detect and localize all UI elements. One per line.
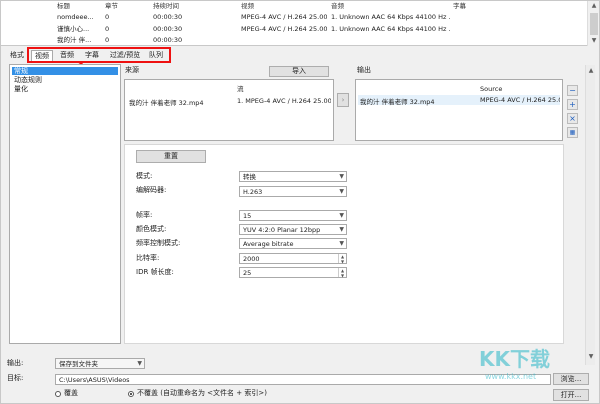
mode-select[interactable]: 转换 ▼ (239, 171, 347, 182)
table-row[interactable]: nomdeee... 0 00:00:30 MPEG-4 AVC / H.264… (1, 13, 589, 22)
row-duration: 00:00:30 (153, 25, 183, 33)
row-duration: 00:00:30 (153, 13, 183, 21)
table-row[interactable]: 谨慎小心... 0 00:00:30 MPEG-4 AVC / H.264 25… (1, 25, 589, 34)
output-mode-select[interactable]: 保存到文件夹 ▼ (55, 358, 145, 369)
source-stream-value[interactable]: 1. MPEG-4 AVC / H.264 25.00 f (237, 97, 331, 105)
table-row[interactable]: 我的汁 伴... 0 00:00:30 (1, 36, 589, 45)
overwrite-radio[interactable] (55, 391, 61, 397)
encoder-value: H.263 (243, 188, 263, 196)
no-overwrite-label: 不覆盖 (自动重命名为 <文件名 + 索引>) (137, 389, 267, 397)
remove-icon[interactable]: − (567, 85, 578, 96)
open-button[interactable]: 打开... (553, 389, 589, 401)
color-mode-label: 颜色模式: (136, 225, 167, 233)
row-audio: 1. Unknown AAC 64 Kbps 44100 Hz ... (331, 25, 451, 33)
column-header-subtitle[interactable]: 字幕 (453, 2, 513, 11)
output-source-header: Source (480, 85, 503, 93)
row-title: nomdeee... (57, 13, 94, 21)
row-chapter: 0 (105, 36, 110, 44)
rate-control-select[interactable]: Average bitrate ▼ (239, 238, 347, 249)
scroll-down-icon[interactable]: ▼ (590, 37, 598, 45)
watermark-url: www.kkx.net (485, 372, 537, 381)
file-list-scrollbar[interactable]: ▲ ▼ (587, 1, 599, 46)
column-header-title[interactable]: 标题 (57, 2, 97, 11)
bitrate-value: 2000 (243, 255, 260, 263)
target-path-input[interactable]: C:\Users\ASUS\Videos (55, 374, 551, 385)
category-item-quantization[interactable]: 量化 (12, 85, 28, 93)
add-icon[interactable]: + (567, 99, 578, 110)
idr-value: 25 (243, 269, 252, 277)
overwrite-label: 覆盖 (64, 389, 78, 397)
chevron-down-icon: ▼ (339, 188, 344, 195)
output-file-name[interactable]: 我的汁 伴着老师 32.mp4 (360, 96, 470, 106)
scroll-up-icon[interactable]: ▲ (587, 67, 595, 75)
color-mode-select[interactable]: YUV 4:2:0 Planar 12bpp ▼ (239, 224, 347, 235)
category-list[interactable]: 常规 动态规则 量化 (9, 64, 121, 344)
row-chapter: 0 (105, 13, 110, 21)
column-header-video[interactable]: 视频 (241, 2, 327, 11)
stream-header: 流 (237, 85, 244, 93)
chevron-down-icon: ▼ (339, 212, 344, 219)
bitrate-spinbox[interactable]: 2000 ▲ ▼ (239, 253, 347, 264)
row-video: MPEG-4 AVC / H.264 25.00 fps... (241, 25, 327, 33)
output-source-value[interactable]: MPEG-4 AVC / H.264 25.00 (480, 96, 560, 104)
color-mode-value: YUV 4:2:0 Planar 12bpp (243, 226, 321, 234)
mode-value: 转换 (243, 173, 256, 181)
watermark-logo: KK下载 www.kkx.net (479, 343, 563, 383)
file-list[interactable]: 标题 章节 持续时间 视频 音频 字幕 nomdeee... 0 00:00:3… (1, 1, 589, 46)
grid-icon[interactable]: ▦ (567, 127, 578, 138)
encoder-label: 编解码器: (136, 186, 167, 194)
row-video: MPEG-4 AVC / H.264 25.00 fps... (241, 13, 327, 21)
settings-scrollbar[interactable]: ▲ ▼ (585, 65, 595, 365)
source-panel[interactable]: 流 我的汁 伴着老师 32.mp4 1. MPEG-4 AVC / H.264 … (124, 79, 334, 141)
transfer-arrow-button[interactable]: › (337, 93, 349, 107)
idr-spinbox[interactable]: 25 ▲ ▼ (239, 267, 347, 278)
framerate-select[interactable]: 15 ▼ (239, 210, 347, 221)
category-item-general[interactable]: 常规 (12, 67, 118, 75)
category-item-dynamic-rules[interactable]: 动态规则 (12, 76, 42, 84)
output-panel[interactable]: Source 我的汁 伴着老师 32.mp4 MPEG-4 AVC / H.26… (355, 79, 563, 141)
rate-control-value: Average bitrate (243, 240, 294, 248)
output-mode-label: 输出: (7, 359, 24, 367)
encoder-select[interactable]: H.263 ▼ (239, 186, 347, 197)
target-label: 目标: (7, 374, 24, 382)
framerate-value: 15 (243, 212, 252, 220)
no-overwrite-radio[interactable] (128, 391, 134, 397)
source-file-name[interactable]: 我的汁 伴着老师 32.mp4 (129, 97, 233, 107)
import-button[interactable]: 导入 (269, 66, 329, 77)
scroll-down-icon[interactable]: ▼ (587, 353, 595, 361)
source-header: 来源 (125, 66, 139, 74)
reset-button[interactable]: 重置 (136, 150, 206, 163)
scroll-up-icon[interactable]: ▲ (590, 2, 598, 10)
column-header-audio[interactable]: 音频 (331, 2, 451, 11)
chevron-down-icon: ▼ (339, 240, 344, 247)
row-title: 谨慎小心... (57, 25, 90, 33)
target-path-value: C:\Users\ASUS\Videos (59, 376, 130, 384)
file-list-header: 标题 章节 持续时间 视频 音频 字幕 (1, 2, 589, 11)
framerate-label: 帧率: (136, 211, 153, 219)
output-header: 输出 (357, 66, 371, 74)
idr-label: IDR 帧长度: (136, 268, 174, 276)
spin-arrows-icon[interactable]: ▲ ▼ (338, 254, 346, 264)
bitrate-label: 比特率: (136, 254, 160, 262)
scroll-thumb[interactable] (590, 13, 598, 35)
chevron-down-icon: ▼ (137, 360, 142, 367)
row-chapter: 0 (105, 25, 110, 33)
main-window: 标题 章节 持续时间 视频 音频 字幕 nomdeee... 0 00:00:3… (0, 0, 600, 404)
column-header-chapter[interactable]: 章节 (105, 2, 145, 11)
tab-format[interactable]: 格式 (7, 50, 27, 61)
row-audio: 1. Unknown AAC 64 Kbps 44100 Hz ... (331, 13, 451, 21)
spin-arrows-icon[interactable]: ▲ ▼ (338, 268, 346, 278)
radio-dot (130, 393, 132, 395)
column-header-duration[interactable]: 持续时间 (153, 2, 233, 11)
mode-label: 模式: (136, 172, 153, 180)
row-title: 我的汁 伴... (57, 36, 92, 44)
output-mode-value: 保存到文件夹 (59, 360, 98, 368)
chevron-down-icon: ▼ (339, 173, 344, 180)
close-icon[interactable]: × (567, 113, 578, 124)
row-duration: 00:00:30 (153, 36, 183, 44)
chevron-down-icon: ▼ (339, 226, 344, 233)
rate-control-label: 频率控制模式: (136, 239, 181, 247)
watermark-text: KK下载 (479, 347, 550, 371)
